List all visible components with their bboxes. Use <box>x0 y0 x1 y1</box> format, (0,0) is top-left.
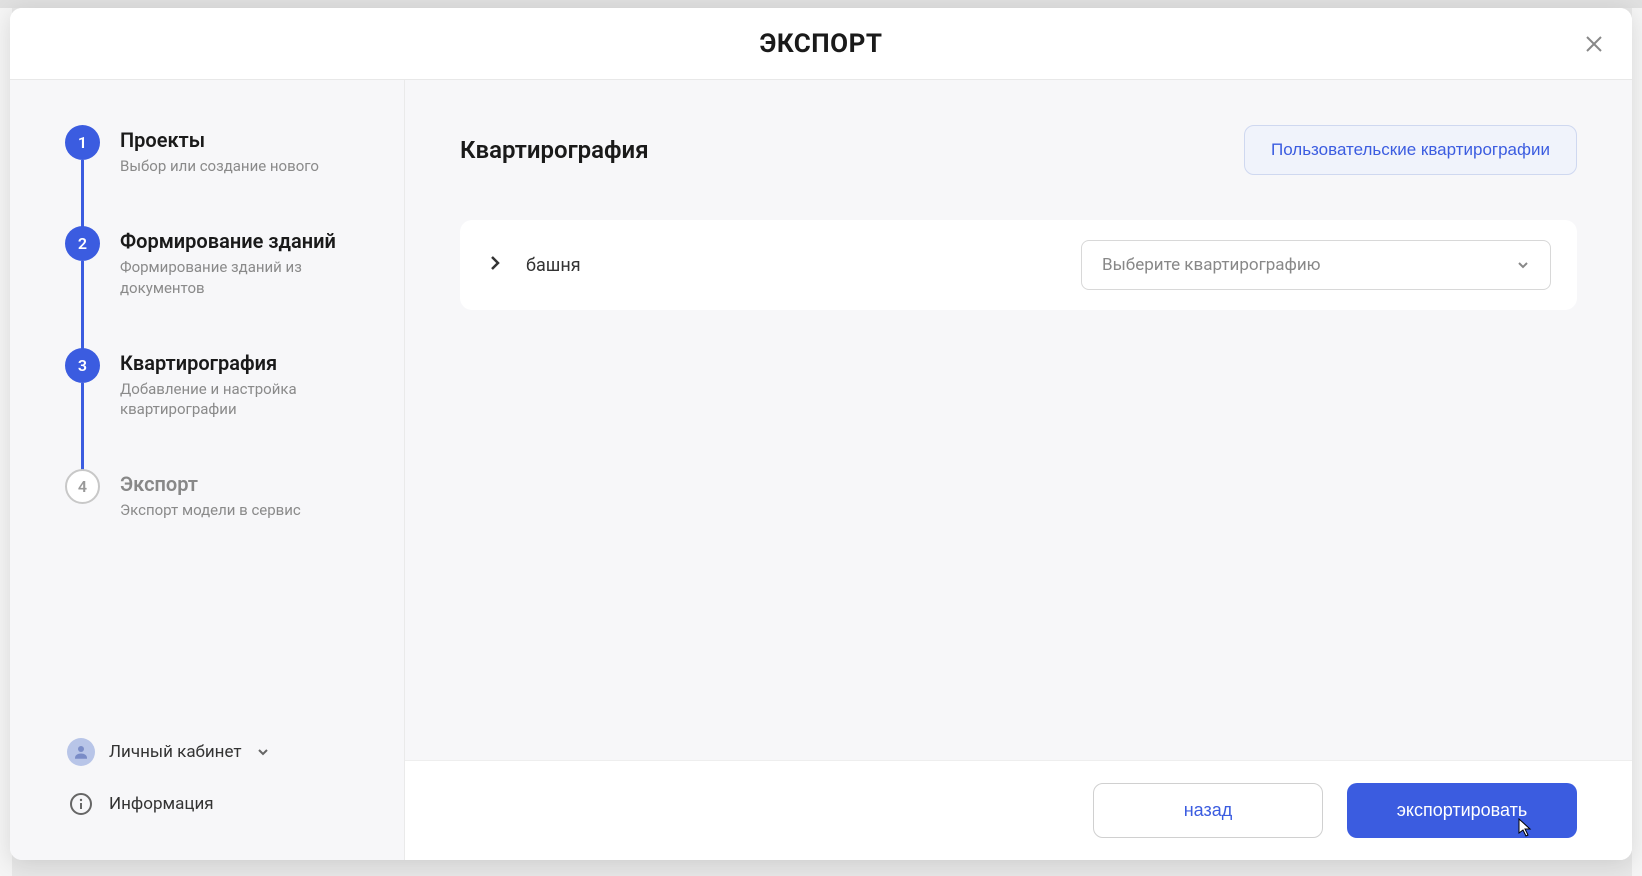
step-number: 4 <box>65 469 100 504</box>
main-area: Квартирография Пользовательские квартиро… <box>405 80 1632 860</box>
building-item-row: башня Выберите квартирографию <box>460 220 1577 310</box>
step-content: Проекты Выбор или создание нового <box>120 125 319 176</box>
info-icon <box>67 790 95 818</box>
step-desc: Формирование зданий из документов <box>120 257 374 298</box>
chevron-down-icon <box>1516 258 1530 272</box>
modal-title: ЭКСПОРТ <box>760 29 883 59</box>
footer: назад экспортировать <box>405 760 1632 860</box>
info-label: Информация <box>109 794 214 814</box>
step-title: Формирование зданий <box>120 229 374 253</box>
step-title: Экспорт <box>120 472 301 496</box>
back-button[interactable]: назад <box>1093 783 1323 838</box>
sidebar-bottom: Личный кабинет Информация <box>65 726 374 830</box>
step-number: 1 <box>65 125 100 160</box>
browser-tabs <box>0 0 1642 8</box>
export-button[interactable]: экспортировать <box>1347 783 1577 838</box>
chevron-down-icon <box>256 745 270 759</box>
step-connector <box>81 383 84 475</box>
step-desc: Экспорт модели в сервис <box>120 500 301 520</box>
close-button[interactable] <box>1584 34 1604 54</box>
step-connector <box>81 261 84 353</box>
step-connector <box>81 160 84 231</box>
steps-list: 1 Проекты Выбор или создание нового 2 Фо… <box>65 125 374 726</box>
background-content-right <box>1632 8 1642 876</box>
main-header: Квартирография Пользовательские квартиро… <box>460 125 1577 175</box>
close-icon <box>1584 34 1604 54</box>
page-title: Квартирография <box>460 136 649 164</box>
step-content: Экспорт Экспорт модели в сервис <box>120 469 301 520</box>
modal-header: ЭКСПОРТ <box>10 8 1632 80</box>
main-content: Квартирография Пользовательские квартиро… <box>405 80 1632 760</box>
select-placeholder: Выберите квартирографию <box>1102 255 1321 275</box>
custom-apartmentography-button[interactable]: Пользовательские квартирографии <box>1244 125 1577 175</box>
step-title: Проекты <box>120 128 319 152</box>
step-buildings[interactable]: 2 Формирование зданий Формирование здани… <box>65 226 374 348</box>
expand-toggle[interactable] <box>486 254 504 276</box>
step-apartmentography[interactable]: 3 Квартирография Добавление и настройка … <box>65 348 374 470</box>
step-number: 2 <box>65 226 100 261</box>
step-export[interactable]: 4 Экспорт Экспорт модели в сервис <box>65 469 374 520</box>
chevron-right-icon <box>486 254 504 272</box>
step-desc: Добавление и настройка квартирографии <box>120 379 374 420</box>
apartmentography-select[interactable]: Выберите квартирографию <box>1081 240 1551 290</box>
avatar-icon <box>67 738 95 766</box>
sidebar: 1 Проекты Выбор или создание нового 2 Фо… <box>10 80 405 860</box>
account-label: Личный кабинет <box>109 742 242 762</box>
step-number: 3 <box>65 348 100 383</box>
step-title: Квартирография <box>120 351 374 375</box>
step-content: Квартирография Добавление и настройка кв… <box>120 348 374 420</box>
export-modal: ЭКСПОРТ 1 Проекты Выбор или создание нов… <box>10 8 1632 860</box>
building-name: башня <box>526 255 1059 276</box>
account-link[interactable]: Личный кабинет <box>67 726 374 778</box>
modal-body: 1 Проекты Выбор или создание нового 2 Фо… <box>10 80 1632 860</box>
step-projects[interactable]: 1 Проекты Выбор или создание нового <box>65 125 374 226</box>
step-content: Формирование зданий Формирование зданий … <box>120 226 374 298</box>
step-desc: Выбор или создание нового <box>120 156 319 176</box>
info-link[interactable]: Информация <box>67 778 374 830</box>
